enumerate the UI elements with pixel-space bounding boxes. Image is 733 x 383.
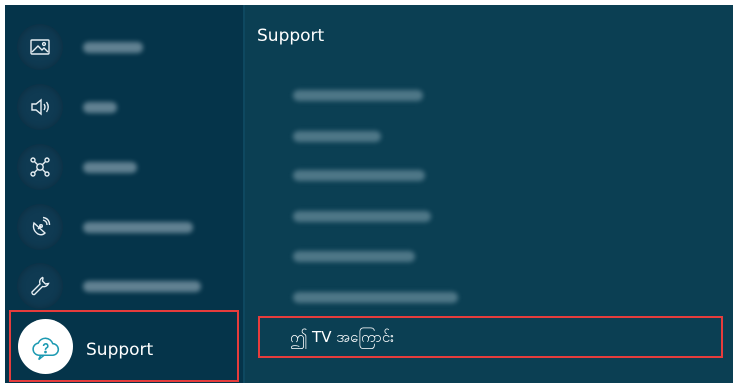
support-menu-item-blurred[interactable] xyxy=(293,90,423,101)
panel-title: Support xyxy=(257,26,325,46)
sidebar-item-sound[interactable] xyxy=(17,84,237,130)
support-panel: Support ဤ TV အကြောင်း xyxy=(245,5,733,383)
sidebar-item-label-blurred xyxy=(83,162,137,173)
sidebar-item-label-blurred xyxy=(83,281,201,292)
sidebar-item-label-blurred xyxy=(83,42,143,53)
sidebar-item-label-blurred xyxy=(83,102,117,113)
support-menu-item-blurred[interactable] xyxy=(293,251,415,262)
connection-icon xyxy=(17,144,63,190)
tv-settings-screen: Support Support ဤ TV အကြောင်း xyxy=(5,5,733,383)
picture-icon xyxy=(17,24,63,70)
sidebar-item-broadcasting[interactable] xyxy=(17,204,237,250)
sidebar-item-connection[interactable] xyxy=(17,144,237,190)
sound-icon xyxy=(17,84,63,130)
support-menu-item-blurred[interactable] xyxy=(293,170,425,181)
sidebar-item-support[interactable]: Support xyxy=(9,310,239,382)
sidebar-item-picture[interactable] xyxy=(17,24,237,70)
support-menu-item-blurred[interactable] xyxy=(293,292,458,303)
wrench-icon xyxy=(17,263,63,309)
about-this-tv-item[interactable]: ဤ TV အကြောင်း xyxy=(258,316,723,358)
support-menu-item-blurred[interactable] xyxy=(293,211,431,222)
broadcasting-icon xyxy=(17,204,63,250)
sidebar-item-label-blurred xyxy=(83,222,193,233)
support-label: Support xyxy=(86,340,154,360)
about-this-tv-label: ဤ TV အကြောင်း xyxy=(290,328,394,346)
support-cloud-question-icon xyxy=(18,319,73,374)
support-menu-item-blurred[interactable] xyxy=(293,131,381,142)
sidebar-item-general[interactable] xyxy=(17,263,237,309)
settings-sidebar: Support xyxy=(5,5,243,383)
